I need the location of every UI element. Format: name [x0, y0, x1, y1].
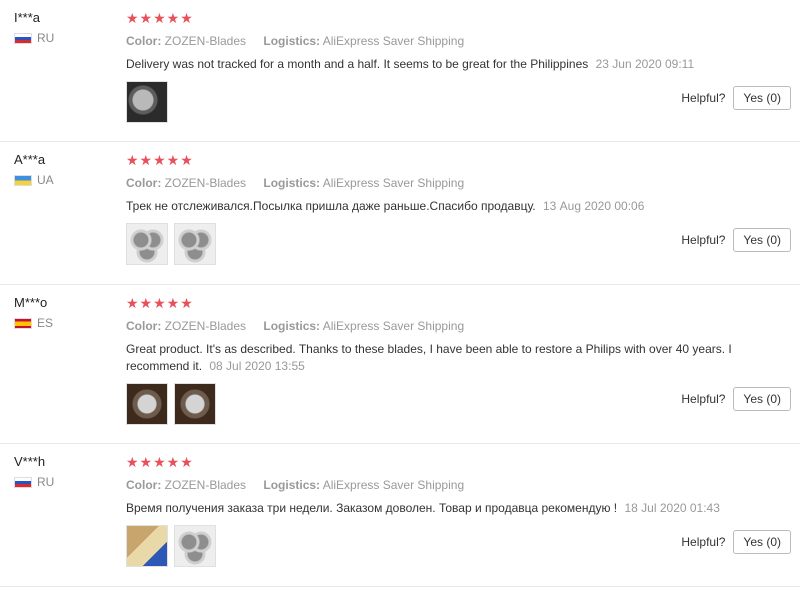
review-text-block: Трек не отслеживался.Посылка пришла даже…: [126, 198, 746, 215]
country-code: RU: [37, 31, 55, 45]
helpful-yes-button[interactable]: Yes (0): [733, 387, 791, 411]
logistics-label: Logistics:: [263, 319, 321, 333]
logistics-value: AliExpress Saver Shipping: [322, 176, 465, 190]
country-code: RU: [37, 475, 55, 489]
review-photo[interactable]: [126, 81, 168, 123]
review-date: 18 Jul 2020 01:43: [624, 501, 720, 515]
logistics-value: AliExpress Saver Shipping: [322, 319, 465, 333]
review-item: I***a RU ★★★★★ Color: ZOZEN-Blades Logis…: [0, 0, 800, 142]
flag-ru-icon: [14, 476, 32, 488]
review-photo[interactable]: [174, 525, 216, 567]
reviewer-name: V***h: [14, 454, 46, 469]
star-rating: ★★★★★: [126, 10, 194, 26]
country-code: ES: [37, 316, 54, 330]
helpful-section: Helpful? Yes (0): [681, 530, 791, 554]
review-photo[interactable]: [126, 223, 168, 265]
review-content: ★★★★★ Color: ZOZEN-Blades Logistics: Ali…: [126, 10, 746, 123]
review-item: A***a UA ★★★★★ Color: ZOZEN-Blades Logis…: [0, 142, 800, 285]
helpful-section: Helpful? Yes (0): [681, 228, 791, 252]
reviewer-country: RU: [14, 31, 54, 45]
review-photos: [126, 81, 746, 123]
helpful-section: Helpful? Yes (0): [681, 86, 791, 110]
review-text: Время получения заказа три недели. Заказ…: [126, 501, 618, 515]
review-content: ★★★★★ Color: ZOZEN-Blades Logistics: Ali…: [126, 152, 746, 265]
review-text: Delivery was not tracked for a month and…: [126, 57, 589, 71]
review-photos: [126, 525, 746, 567]
flag-ua-icon: [14, 174, 32, 186]
logistics-value: AliExpress Saver Shipping: [322, 478, 465, 492]
color-label: Color:: [126, 176, 162, 190]
reviewer-country: UA: [14, 173, 54, 187]
reviewer-country: RU: [14, 475, 54, 489]
review-date: 23 Jun 2020 09:11: [595, 57, 695, 71]
review-item: V***h RU ★★★★★ Color: ZOZEN-Blades Logis…: [0, 444, 800, 587]
review-content: ★★★★★ Color: ZOZEN-Blades Logistics: Ali…: [126, 295, 746, 425]
helpful-yes-button[interactable]: Yes (0): [733, 86, 791, 110]
review-photos: [126, 383, 746, 425]
country-code: UA: [37, 173, 54, 187]
review-text-block: Great product. It's as described. Thanks…: [126, 341, 746, 375]
reviewer-info: A***a UA: [14, 152, 54, 187]
star-rating: ★★★★★: [126, 152, 194, 168]
reviewer-info: V***h RU: [14, 454, 54, 489]
color-label: Color:: [126, 319, 162, 333]
review-content: ★★★★★ Color: ZOZEN-Blades Logistics: Ali…: [126, 454, 746, 567]
helpful-label: Helpful?: [681, 392, 726, 406]
helpful-yes-button[interactable]: Yes (0): [733, 228, 791, 252]
star-rating: ★★★★★: [126, 295, 194, 311]
helpful-label: Helpful?: [681, 535, 726, 549]
review-attributes: Color: ZOZEN-Blades Logistics: AliExpres…: [126, 478, 746, 492]
helpful-label: Helpful?: [681, 233, 726, 247]
helpful-yes-button[interactable]: Yes (0): [733, 530, 791, 554]
review-attributes: Color: ZOZEN-Blades Logistics: AliExpres…: [126, 176, 746, 190]
reviewer-info: I***a RU: [14, 10, 54, 45]
review-text-block: Время получения заказа три недели. Заказ…: [126, 500, 746, 517]
reviewer-name: A***a: [14, 152, 46, 167]
review-attributes: Color: ZOZEN-Blades Logistics: AliExpres…: [126, 319, 746, 333]
color-value: ZOZEN-Blades: [164, 319, 247, 333]
color-label: Color:: [126, 34, 162, 48]
color-value: ZOZEN-Blades: [164, 478, 247, 492]
star-rating: ★★★★★: [126, 454, 194, 470]
logistics-label: Logistics:: [263, 176, 321, 190]
logistics-value: AliExpress Saver Shipping: [322, 34, 465, 48]
review-photo[interactable]: [126, 525, 168, 567]
color-label: Color:: [126, 478, 162, 492]
review-photo[interactable]: [174, 383, 216, 425]
logistics-label: Logistics:: [263, 478, 321, 492]
review-text-block: Delivery was not tracked for a month and…: [126, 56, 746, 73]
helpful-section: Helpful? Yes (0): [681, 387, 791, 411]
review-date: 13 Aug 2020 00:06: [542, 199, 645, 213]
review-date: 08 Jul 2020 13:55: [209, 359, 305, 373]
logistics-label: Logistics:: [263, 34, 321, 48]
reviewer-country: ES: [14, 316, 53, 330]
reviewer-info: M***o ES: [14, 295, 53, 330]
flag-es-icon: [14, 317, 32, 329]
review-photo[interactable]: [174, 223, 216, 265]
flag-ru-icon: [14, 32, 32, 44]
color-value: ZOZEN-Blades: [164, 176, 247, 190]
review-photos: [126, 223, 746, 265]
review-photo[interactable]: [126, 383, 168, 425]
color-value: ZOZEN-Blades: [164, 34, 247, 48]
reviewer-name: M***o: [14, 295, 48, 310]
review-attributes: Color: ZOZEN-Blades Logistics: AliExpres…: [126, 34, 746, 48]
review-text: Трек не отслеживался.Посылка пришла даже…: [126, 199, 536, 213]
helpful-label: Helpful?: [681, 91, 726, 105]
review-item: M***o ES ★★★★★ Color: ZOZEN-Blades Logis…: [0, 285, 800, 444]
reviewer-name: I***a: [14, 10, 41, 25]
